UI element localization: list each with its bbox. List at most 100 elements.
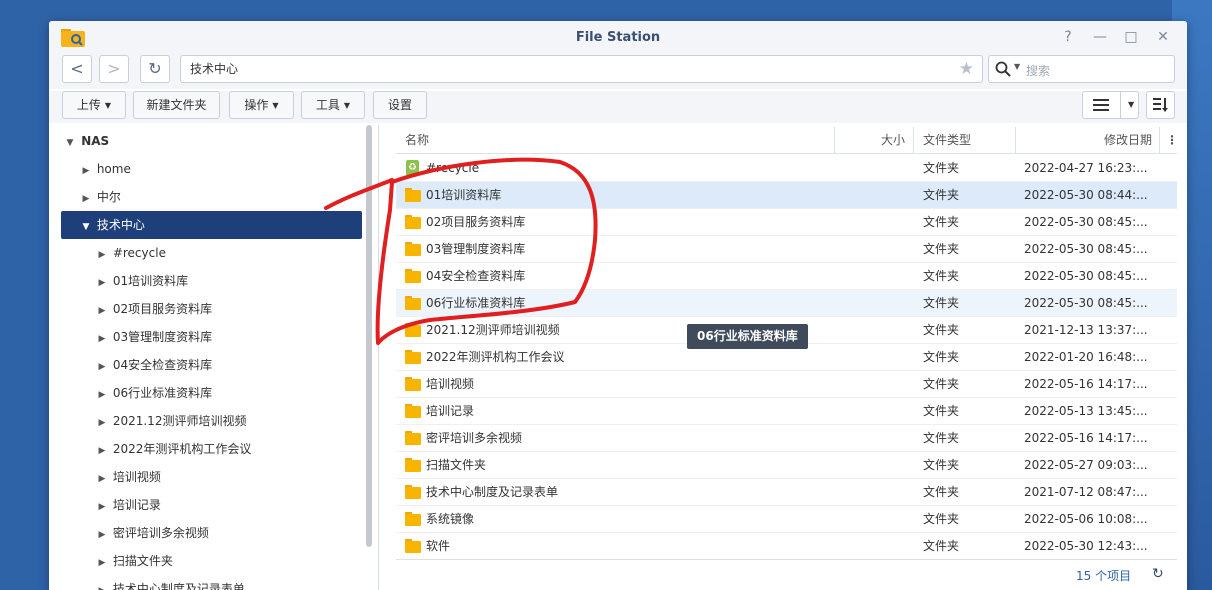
expand-right-icon[interactable]: ▶ [95, 549, 109, 577]
table-row[interactable]: 03管理制度资料库 文件夹 2022-05-30 08:45:... [396, 236, 1177, 263]
favorite-star-icon[interactable]: ★ [959, 56, 974, 82]
file-modified-date: 2022-05-30 08:45:... [1024, 296, 1148, 310]
search-options-caret-icon[interactable]: ▼ [1014, 62, 1020, 71]
tree-item-label: 04安全检查资料库 [112, 358, 213, 372]
expand-right-icon[interactable]: ▶ [95, 269, 109, 297]
file-type: 文件夹 [923, 377, 960, 391]
search-input[interactable]: ▼ 搜索 [988, 55, 1175, 83]
refresh-icon[interactable]: ↻ [1152, 566, 1164, 582]
file-modified-date: 2022-05-30 08:45:... [1024, 269, 1148, 283]
expand-right-icon[interactable]: ▶ [95, 577, 109, 590]
new-folder-button[interactable]: 新建文件夹 [133, 91, 220, 119]
tree-item-selected[interactable]: ▼ 技术中心 [61, 211, 362, 239]
file-modified-date: 2021-07-12 08:47:... [1024, 485, 1148, 499]
tree-item-label: 扫描文件夹 [112, 554, 173, 568]
expand-right-icon[interactable]: ▶ [95, 241, 109, 269]
tree-item-child[interactable]: ▶ 01培训资料库 [95, 267, 189, 297]
tools-button[interactable]: 工具 ▼ [301, 91, 365, 119]
settings-button[interactable]: 设置 [373, 91, 427, 119]
table-row[interactable]: 技术中心制度及记录表单 文件夹 2021-07-12 08:47:... [396, 479, 1177, 506]
file-modified-date: 2022-04-27 16:23:... [1024, 161, 1148, 175]
expand-right-icon[interactable]: ▶ [95, 521, 109, 549]
folder-icon [405, 350, 421, 364]
tree-item-label: home [96, 162, 131, 176]
file-type: 文件夹 [923, 269, 960, 283]
column-name-header[interactable]: 名称 [405, 127, 429, 154]
title-bar[interactable]: File Station ? — □ ✕ [49, 21, 1187, 55]
tree-item-child[interactable]: ▶ 密评培训多余视频 [95, 519, 209, 547]
folder-icon [405, 512, 421, 526]
tree-item-child[interactable]: ▶ 06行业标准资料库 [95, 379, 213, 409]
recycle-bin-icon: ♻ [406, 160, 419, 176]
tree-item-child[interactable]: ▶ 04安全检查资料库 [95, 351, 213, 381]
tree-item-child[interactable]: ▶ 技术中心制度及记录表单 [95, 575, 245, 590]
tree-item-child[interactable]: ▶ 扫描文件夹 [95, 547, 173, 575]
table-row[interactable]: 培训记录 文件夹 2022-05-13 13:45:... [396, 398, 1177, 425]
folder-icon [405, 323, 421, 337]
chevron-down-icon: ▼ [104, 100, 112, 110]
expand-right-icon[interactable]: ▶ [95, 409, 109, 437]
view-mode-button[interactable]: ▼ [1082, 91, 1139, 119]
minimize-button[interactable]: — [1089, 27, 1111, 47]
tree-item-child[interactable]: ▶ 培训视频 [95, 463, 161, 491]
tree-item-child[interactable]: ▶ 03管理制度资料库 [95, 323, 213, 353]
tree-item-child[interactable]: ▶ 2021.12测评师培训视频 [95, 407, 247, 437]
maximize-button[interactable]: □ [1120, 27, 1142, 47]
tools-label: 工具 [315, 98, 340, 112]
upload-button[interactable]: 上传 ▼ [62, 91, 126, 119]
expand-right-icon[interactable]: ▶ [95, 493, 109, 521]
column-size-header[interactable]: 大小 [881, 127, 905, 154]
file-list: 名称 大小 文件类型 修改日期 ⋮ ♻ #recycle 文件夹 2022-04-27… [396, 127, 1178, 590]
expand-right-icon[interactable]: ▶ [79, 185, 93, 213]
refresh-button[interactable]: ↻ [140, 55, 170, 83]
folder-icon [405, 188, 421, 202]
close-button[interactable]: ✕ [1152, 27, 1174, 47]
pane-divider[interactable] [378, 125, 379, 590]
tree-item-child[interactable]: ▶ 培训记录 [95, 491, 161, 519]
tree-item-home[interactable]: ▶ home [79, 155, 131, 183]
help-button[interactable]: ? [1057, 27, 1079, 47]
tree-root-nas[interactable]: ▼ NAS [63, 127, 110, 157]
file-type: 文件夹 [923, 242, 960, 256]
column-options-icon[interactable]: ⋮ [1166, 127, 1178, 154]
expand-right-icon[interactable]: ▶ [95, 465, 109, 493]
table-row[interactable]: ♻ #recycle 文件夹 2022-04-27 16:23:... [396, 155, 1177, 182]
sort-button[interactable] [1146, 91, 1175, 119]
tree-item-child[interactable]: ▶ 2022年测评机构工作会议 [95, 435, 252, 465]
table-row[interactable]: 密评培训多余视频 文件夹 2022-05-16 14:17:... [396, 425, 1177, 452]
folder-icon [405, 296, 421, 310]
expand-down-icon[interactable]: ▼ [63, 129, 77, 157]
expand-right-icon[interactable]: ▶ [95, 353, 109, 381]
table-row[interactable]: 系统镜像 文件夹 2022-05-06 10:08:... [396, 506, 1177, 533]
tree-item-label: 01培训资料库 [112, 274, 189, 288]
table-row[interactable]: 02项目服务资料库 文件夹 2022-05-30 08:45:... [396, 209, 1177, 236]
action-button[interactable]: 操作 ▼ [229, 91, 294, 119]
tree-item-label: 培训记录 [112, 498, 161, 512]
tree-item-zhonger[interactable]: ▶ 中尔 [79, 183, 121, 211]
sidebar-scrollbar[interactable] [366, 125, 372, 547]
path-input[interactable]: 技术中心 ★ [180, 55, 983, 83]
table-row[interactable]: 04安全检查资料库 文件夹 2022-05-30 08:45:... [396, 263, 1177, 290]
folder-icon [405, 215, 421, 229]
tree-item-child[interactable]: ▶ #recycle [95, 239, 166, 267]
expand-right-icon[interactable]: ▶ [79, 157, 93, 185]
action-toolbar: 上传 ▼ 新建文件夹 操作 ▼ 工具 ▼ 设置 ▼ [49, 91, 1187, 123]
table-row[interactable]: 软件 文件夹 2022-05-30 12:43:... [396, 533, 1177, 560]
expand-right-icon[interactable]: ▶ [95, 297, 109, 325]
expand-right-icon[interactable]: ▶ [95, 437, 109, 465]
expand-right-icon[interactable]: ▶ [95, 325, 109, 353]
search-placeholder: 搜索 [1026, 64, 1051, 78]
back-button[interactable]: < [62, 55, 92, 83]
tree-item-child[interactable]: ▶ 02项目服务资料库 [95, 295, 213, 325]
column-type-header[interactable]: 文件类型 [923, 127, 971, 154]
table-row[interactable]: 06行业标准资料库 文件夹 2022-05-30 08:45:... [396, 290, 1177, 317]
forward-button[interactable]: > [99, 55, 129, 83]
table-row[interactable]: 01培训资料库 文件夹 2022-05-30 08:44:... [396, 182, 1177, 209]
column-modified-header[interactable]: 修改日期 [1104, 127, 1152, 154]
expand-right-icon[interactable]: ▶ [95, 381, 109, 409]
table-row[interactable]: 扫描文件夹 文件夹 2022-05-27 09:03:... [396, 452, 1177, 479]
table-row[interactable]: 培训视频 文件夹 2022-05-16 14:17:... [396, 371, 1177, 398]
expand-down-icon[interactable]: ▼ [79, 213, 93, 241]
file-modified-date: 2022-05-16 14:17:... [1024, 377, 1148, 391]
upload-label: 上传 [76, 98, 101, 112]
